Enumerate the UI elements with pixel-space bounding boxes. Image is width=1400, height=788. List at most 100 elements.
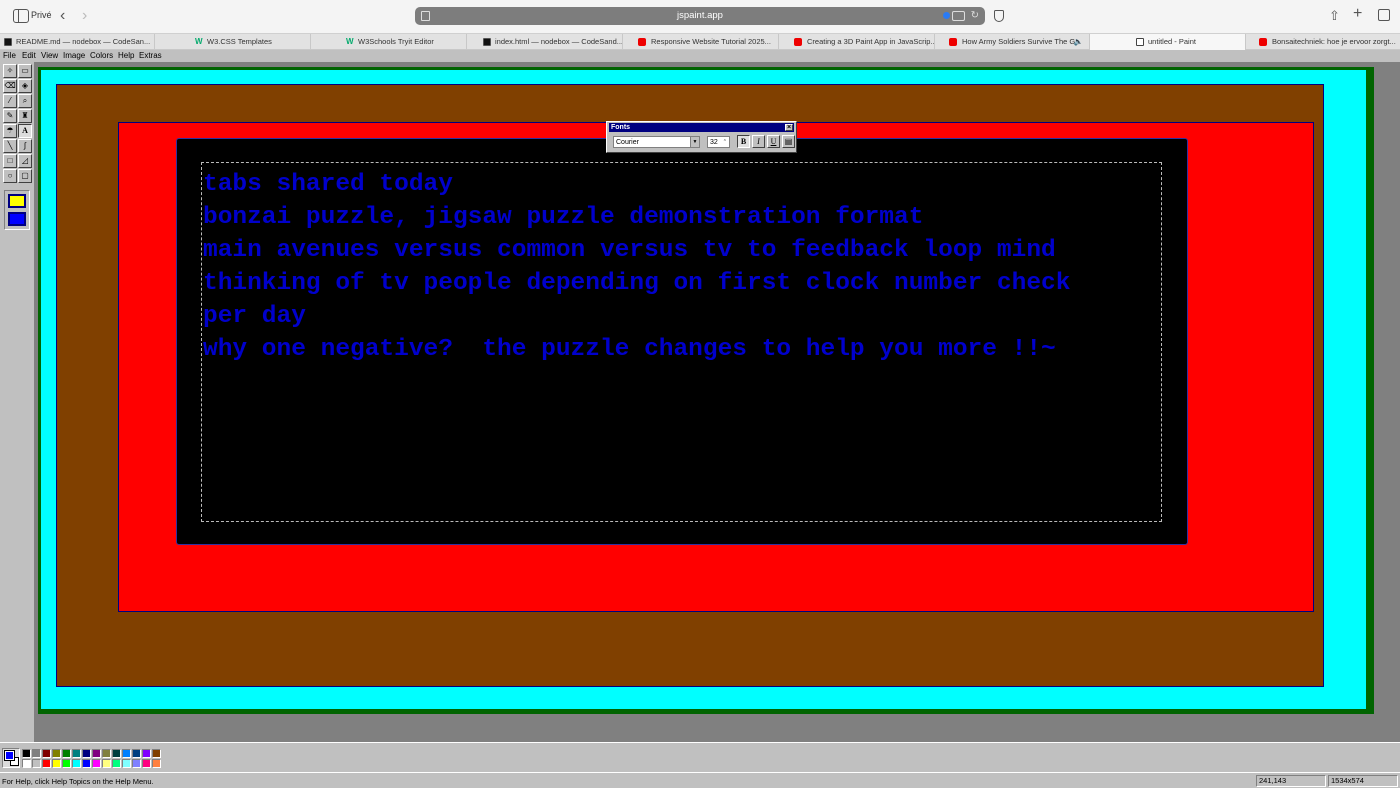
palette-swatch[interactable] [152,749,161,758]
text-box[interactable]: tabs shared today bonzai puzzle, jigsaw … [201,162,1162,522]
audio-playing-icon[interactable]: 🔈 [1074,34,1083,50]
eraser-icon[interactable]: ⌫ [3,79,17,93]
rounded-rectangle-icon[interactable]: ▢ [18,169,32,183]
select-icon[interactable]: ▭ [18,64,32,78]
share-icon[interactable]: ⇧ [1329,8,1340,24]
tab-readme[interactable]: README.md — nodebox — CodeSan... [0,34,155,50]
line-icon[interactable]: ╲ [3,139,17,153]
palette-swatch[interactable] [92,759,101,768]
palette-swatch[interactable] [132,759,141,768]
brush-icon[interactable]: ♜ [18,109,32,123]
palette-swatch[interactable] [72,749,81,758]
vertical-text-button[interactable]: ▤ [782,135,795,148]
airbrush-icon[interactable]: ☂ [3,124,17,138]
palette-swatch[interactable] [72,759,81,768]
status-bar: For Help, click Help Topics on the Help … [0,772,1400,788]
palette-swatch[interactable] [112,759,121,768]
polygon-icon[interactable]: ◿ [18,154,32,168]
text-tool-icon[interactable]: A [18,124,32,138]
palette-swatch[interactable] [142,759,151,768]
palette-swatch[interactable] [52,749,61,758]
italic-button[interactable]: I [752,135,765,148]
palette-swatch[interactable] [82,759,91,768]
font-family-value: Courier [616,139,639,146]
forward-arrow-icon[interactable]: › [82,6,87,26]
font-family-select[interactable]: Courier ▼ [613,136,700,148]
palette-swatch[interactable] [92,749,101,758]
tab-responsive[interactable]: Responsive Website Tutorial 2025... [623,34,779,50]
foreground-color[interactable] [4,750,15,761]
tab-overview-icon[interactable] [1378,9,1390,21]
palette-swatch[interactable] [62,759,71,768]
current-colors[interactable] [2,748,20,768]
tab-title: untitled - Paint [1148,37,1196,46]
palette-swatch[interactable] [152,759,161,768]
menu-help[interactable]: Help [118,51,134,60]
fill-bucket-icon[interactable]: ◈ [18,79,32,93]
text-line: main avenues versus common versus tv to … [203,237,1056,264]
menu-file[interactable]: File [3,51,16,60]
palette-swatch[interactable] [102,759,111,768]
palette-swatch[interactable] [42,749,51,758]
reload-icon[interactable]: ↻ [971,10,979,21]
palette-swatch[interactable] [42,759,51,768]
palette-swatch[interactable] [142,749,151,758]
new-tab-icon[interactable]: + [1353,5,1362,23]
curve-icon[interactable]: ∫ [18,139,32,153]
menu-view[interactable]: View [41,51,58,60]
magnifier-icon[interactable]: ⌕ [18,94,32,108]
palette-swatch[interactable] [122,759,131,768]
extension-indicator-icon [943,12,950,19]
palette-swatch[interactable] [132,749,141,758]
pick-color-icon[interactable]: ⁄ [3,94,17,108]
pencil-icon[interactable]: ✎ [3,109,17,123]
transparent-background-option-icon[interactable] [8,212,26,226]
address-bar[interactable]: jspaint.app ↻ [415,7,985,25]
palette-swatch[interactable] [22,759,31,768]
profile-label[interactable]: Privé [31,10,52,20]
black-rectangle: tabs shared today bonzai puzzle, jigsaw … [176,138,1188,545]
palette-swatch[interactable] [32,759,41,768]
tab-title: index.html — nodebox — CodeSand... [495,37,623,46]
close-icon[interactable]: × [785,124,793,131]
tab-index[interactable]: index.html — nodebox — CodeSand... [467,34,623,50]
menu-image[interactable]: Image [63,51,85,60]
tab-army[interactable]: How Army Soldiers Survive The G... 🔈 [935,34,1090,50]
canvas-size: 1534x574 [1328,775,1398,787]
palette-swatch[interactable] [82,749,91,758]
free-form-select-icon[interactable]: ✧ [3,64,17,78]
menu-extras[interactable]: Extras [139,51,162,60]
stepper-icon[interactable]: ⌃ [723,137,727,148]
tab-bonsai[interactable]: Bonsaitechniek: hoe je ervoor zorgt... [1246,34,1400,50]
drawing-canvas[interactable]: tabs shared today bonzai puzzle, jigsaw … [38,67,1374,714]
opaque-background-option-icon[interactable] [8,194,26,208]
sidebar-toggle-icon[interactable] [13,9,29,23]
fonts-dialog-titlebar[interactable]: Fonts × [609,123,794,132]
palette-swatch[interactable] [112,749,121,758]
tab-paint[interactable]: untitled - Paint [1090,34,1246,50]
ellipse-icon[interactable]: ○ [3,169,17,183]
tab-3d-paint[interactable]: Creating a 3D Paint App in JavaScrip... [779,34,935,50]
translate-icon[interactable] [952,11,965,21]
palette-swatch[interactable] [122,749,131,758]
palette-swatch[interactable] [102,749,111,758]
palette-swatch[interactable] [62,749,71,758]
palette-swatch[interactable] [32,749,41,758]
palette-swatch[interactable] [22,749,31,758]
tab-tryit[interactable]: W W3Schools Tryit Editor [311,34,467,50]
privacy-shield-icon[interactable] [994,10,1004,22]
menu-colors[interactable]: Colors [90,51,113,60]
tab-w3css[interactable]: W W3.CSS Templates [155,34,311,50]
address-url[interactable]: jspaint.app [415,10,985,21]
tool-options [4,190,30,230]
bold-button[interactable]: B [737,135,750,148]
rectangle-icon[interactable]: □ [3,154,17,168]
back-arrow-icon[interactable]: ‹ [60,6,65,26]
tool-box: ✧ ▭ ⌫ ◈ ⁄ ⌕ ✎ ♜ ☂ A ╲ ∫ □ ◿ ○ ▢ [0,62,34,742]
font-size-select[interactable]: 32 ⌃ [707,136,730,148]
palette-swatch[interactable] [52,759,61,768]
menu-edit[interactable]: Edit [22,51,36,60]
tab-title: W3.CSS Templates [207,37,272,46]
underline-button[interactable]: U [767,135,780,148]
chevron-down-icon[interactable]: ▼ [690,137,699,147]
